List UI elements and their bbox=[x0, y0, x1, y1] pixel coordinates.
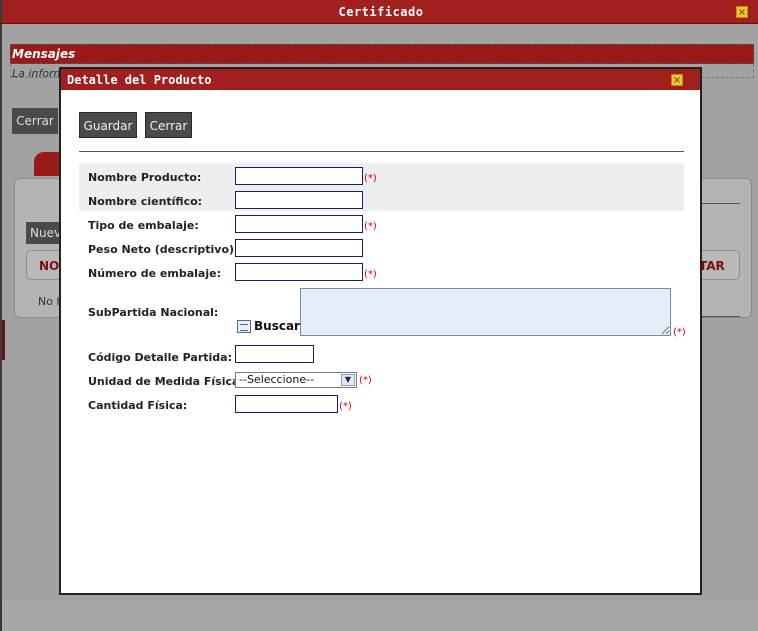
numero-embalaje-input[interactable] bbox=[235, 263, 363, 281]
save-button[interactable]: Guardar bbox=[79, 112, 137, 138]
modal-close-icon[interactable]: × bbox=[671, 74, 683, 86]
required-marker: (*) bbox=[364, 221, 377, 232]
codigo-detalle-input[interactable] bbox=[235, 345, 314, 363]
background-divider bbox=[702, 203, 740, 204]
cantidad-fisica-label: Cantidad Física: bbox=[88, 399, 188, 412]
unidad-medida-label: Unidad de Medida Física: bbox=[88, 375, 244, 388]
nombre-cientifico-input[interactable] bbox=[235, 191, 363, 209]
nombre-producto-label: Nombre Producto: bbox=[88, 171, 202, 184]
required-marker: (*) bbox=[673, 327, 686, 338]
numero-embalaje-label: Número de embalaje: bbox=[88, 267, 221, 280]
background-footer-area bbox=[2, 600, 758, 631]
messages-bar bbox=[10, 44, 754, 64]
peso-neto-input[interactable] bbox=[235, 239, 363, 257]
modal-title: Detalle del Producto bbox=[67, 73, 212, 87]
messages-title: Mensajes bbox=[12, 47, 76, 61]
nombre-producto-input[interactable] bbox=[235, 167, 363, 185]
subpartida-textarea[interactable] bbox=[300, 288, 671, 336]
background-divider bbox=[702, 316, 740, 317]
unidad-medida-select[interactable]: --Seleccione-- ▼ bbox=[235, 372, 357, 388]
buscar-link[interactable]: Buscar bbox=[254, 319, 300, 333]
required-marker: (*) bbox=[364, 269, 377, 280]
outer-title-bar: Certificado bbox=[2, 0, 758, 24]
chevron-down-icon[interactable]: ▼ bbox=[341, 374, 355, 386]
required-marker: (*) bbox=[359, 375, 372, 386]
messages-text: La inform bbox=[12, 67, 65, 80]
window-title: Certificado bbox=[338, 5, 424, 19]
subpartida-label: SubPartida Nacional: bbox=[88, 306, 219, 319]
codigo-detalle-label: Código Detalle Partida: bbox=[88, 351, 232, 364]
modal-title-bar: Detalle del Producto bbox=[61, 69, 700, 90]
required-marker: (*) bbox=[364, 173, 377, 184]
close-button[interactable]: Cerrar bbox=[145, 112, 192, 138]
cantidad-fisica-input[interactable] bbox=[235, 395, 338, 413]
tipo-embalaje-label: Tipo de embalaje: bbox=[88, 219, 199, 232]
window-close-icon[interactable]: × bbox=[736, 6, 748, 18]
tipo-embalaje-input[interactable] bbox=[235, 215, 363, 233]
background-cerrar-button[interactable]: Cerrar bbox=[12, 108, 58, 134]
peso-neto-label: Peso Neto (descriptivo): bbox=[88, 243, 239, 256]
unidad-medida-selected: --Seleccione-- bbox=[239, 373, 315, 386]
background-accent-bar bbox=[2, 320, 5, 360]
product-detail-modal: Detalle del Producto × Guardar Cerrar No… bbox=[59, 67, 702, 595]
required-marker: (*) bbox=[339, 401, 352, 412]
search-document-icon[interactable] bbox=[237, 320, 251, 333]
nombre-cientifico-label: Nombre científico: bbox=[88, 195, 203, 208]
form-divider bbox=[79, 151, 684, 152]
